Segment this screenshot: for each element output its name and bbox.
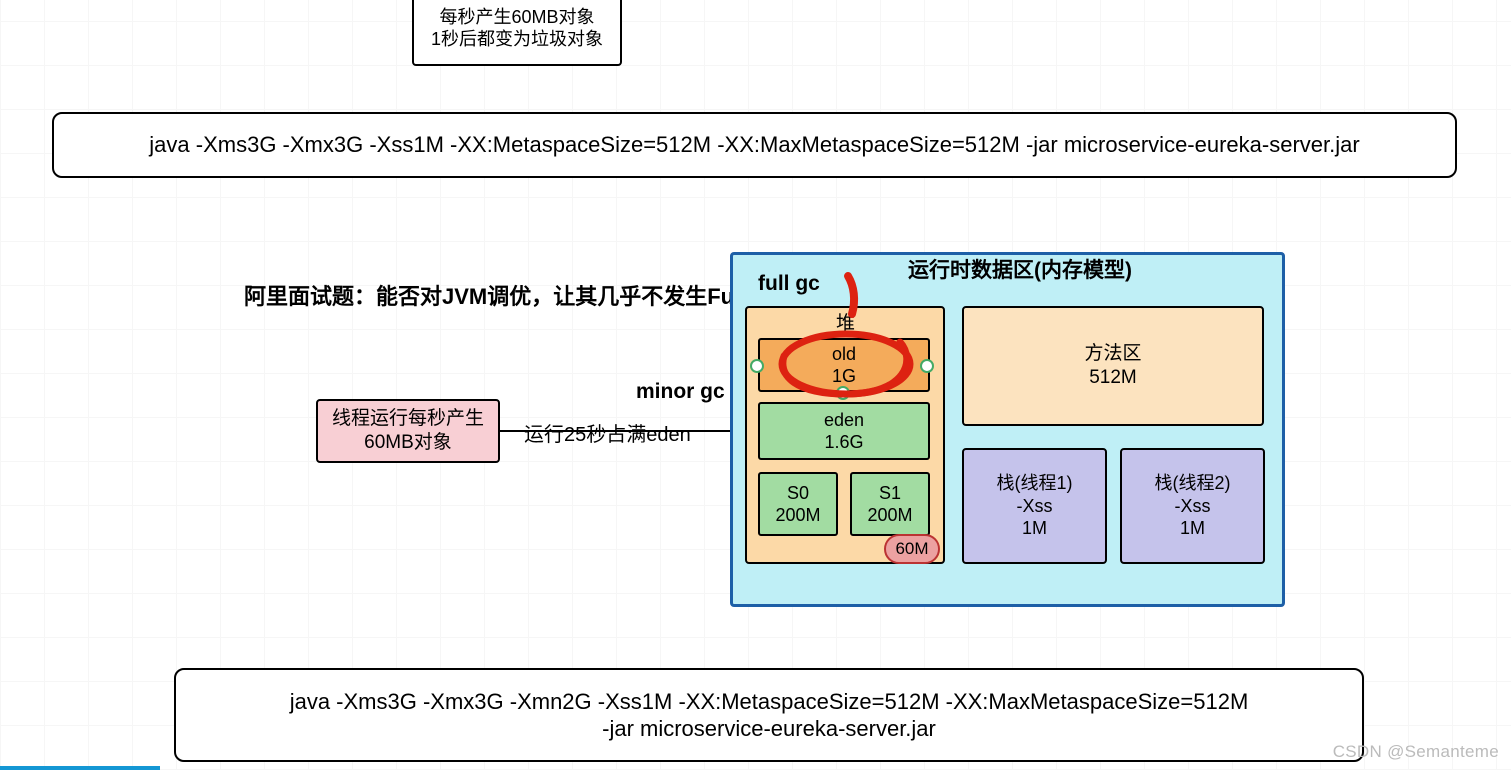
jvm-command-after-line2: -jar microservice-eureka-server.jar [602,715,936,743]
stack1-size: 1M [1022,517,1047,540]
arrow-label: 运行25秒占满eden [524,418,691,447]
old-gen-size: 1G [832,365,856,388]
thread-alloc-l2: 60MB对象 [364,431,452,455]
old-gen-name: old [832,343,856,366]
alloc-rate-line2: 1秒后都变为垃圾对象 [431,28,603,51]
progress-bar [0,766,160,770]
jvm-command-before-text: java -Xms3G -Xmx3G -Xss1M -XX:MetaspaceS… [149,131,1359,159]
survivor0-box: S0 200M [758,472,838,536]
s1-size: 200M [867,504,912,527]
old-gen-box[interactable]: old 1G [758,338,930,392]
s1-name: S1 [879,482,901,505]
method-size: 512M [1089,366,1137,390]
method-name: 方法区 [1084,342,1141,366]
watermark: CSDN @Semanteme [1333,742,1499,762]
eden-box: eden 1.6G [758,402,930,460]
stack2-opt: -Xss [1175,495,1211,518]
heap-title: 堆 [836,308,855,335]
stack-thread2-box: 栈(线程2) -Xss 1M [1120,448,1265,564]
runtime-title: 运行时数据区(内存模型) [908,254,1132,284]
method-area-box: 方法区 512M [962,306,1264,426]
thread-alloc-l1: 线程运行每秒产生 [332,407,484,431]
selection-handle-icon[interactable] [750,359,764,373]
eden-name: eden [824,409,864,432]
stack2-name: 栈(线程2) [1155,472,1231,495]
jvm-command-before: java -Xms3G -Xmx3G -Xss1M -XX:MetaspaceS… [52,112,1457,178]
sixty-m-pill: 60M [884,534,940,564]
alloc-rate-line1: 每秒产生60MB对象 [439,6,594,29]
sixty-m-text: 60M [895,538,928,559]
s0-size: 200M [775,504,820,527]
selection-handle-icon[interactable] [836,386,850,400]
selection-handle-icon[interactable] [920,359,934,373]
interview-question: 阿里面试题：能否对JVM调优，让其几乎不发生Full GC [244,279,785,311]
stack1-opt: -Xss [1017,495,1053,518]
full-gc-label: full gc [758,272,820,296]
stack2-size: 1M [1180,517,1205,540]
eden-size: 1.6G [824,431,863,454]
survivor1-box: S1 200M [850,472,930,536]
jvm-command-after-line1: java -Xms3G -Xmx3G -Xmn2G -Xss1M -XX:Met… [290,688,1249,716]
s0-name: S0 [787,482,809,505]
jvm-command-after: java -Xms3G -Xmx3G -Xmn2G -Xss1M -XX:Met… [174,668,1364,762]
stack-thread1-box: 栈(线程1) -Xss 1M [962,448,1107,564]
stack1-name: 栈(线程1) [997,472,1073,495]
minor-gc-label: minor gc [636,380,725,404]
thread-alloc-box: 线程运行每秒产生 60MB对象 [316,399,500,463]
alloc-rate-box: 每秒产生60MB对象 1秒后都变为垃圾对象 [412,0,622,66]
